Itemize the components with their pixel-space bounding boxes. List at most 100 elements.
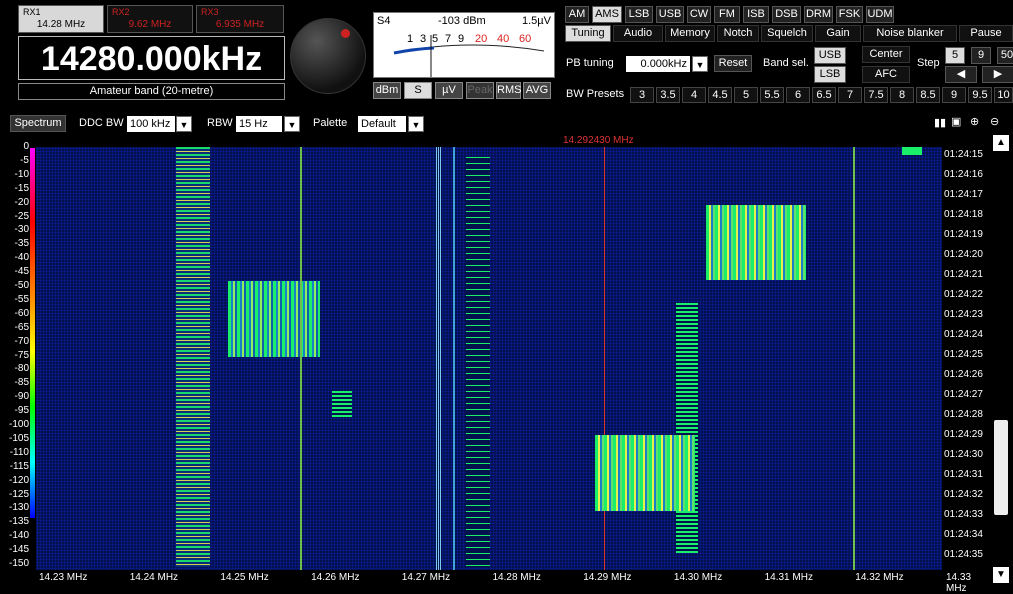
db-tick-label: -120 — [8, 474, 29, 486]
scroll-thumb[interactable] — [994, 420, 1008, 515]
step-5-button[interactable]: 5 — [945, 47, 965, 64]
mode-dsb[interactable]: DSB — [772, 6, 801, 23]
db-tick-label: -140 — [8, 530, 29, 542]
pb-tuning-dropdown-icon[interactable]: ▼ — [692, 56, 708, 72]
mode-fsk[interactable]: FSK — [836, 6, 863, 23]
bw-preset-4-5[interactable]: 4.5 — [708, 87, 732, 103]
tab-audio[interactable]: Audio — [613, 25, 663, 42]
mode-lsb[interactable]: LSB — [625, 6, 653, 23]
time-label: 01:24:35 — [944, 549, 983, 560]
bw-preset-6[interactable]: 6 — [786, 87, 810, 103]
bw-preset-5[interactable]: 5 — [734, 87, 758, 103]
db-tick-label: -130 — [8, 502, 29, 514]
bw-preset-7-5[interactable]: 7.5 — [864, 87, 888, 103]
peak-button[interactable]: Peak — [466, 82, 494, 99]
time-label: 01:24:20 — [944, 249, 983, 260]
step-50-button[interactable]: 50 — [997, 47, 1013, 64]
db-tick-label: -45 — [14, 266, 29, 278]
frequency-display[interactable]: 14280.000kHz — [18, 36, 285, 80]
db-tick-label: -135 — [8, 516, 29, 528]
tab-notch[interactable]: Notch — [717, 25, 759, 42]
bw-preset-10[interactable]: 10 — [994, 87, 1013, 103]
bw-preset-9-5[interactable]: 9.5 — [968, 87, 992, 103]
mode-am[interactable]: AM — [565, 6, 589, 23]
scroll-down-icon[interactable]: ▼ — [993, 567, 1009, 583]
db-tick-label: -95 — [14, 405, 29, 417]
save-icon[interactable]: ▣ — [951, 115, 961, 128]
tuning-knob[interactable] — [290, 18, 366, 94]
bw-preset-7[interactable]: 7 — [838, 87, 862, 103]
spectrum-toolbar: Spectrum DDC BW 100 kHz ▼ RBW 15 Hz ▼ Pa… — [0, 112, 1013, 134]
bw-preset-4[interactable]: 4 — [682, 87, 706, 103]
bw-preset-8-5[interactable]: 8.5 — [916, 87, 940, 103]
band-sel-label: Band sel. — [763, 57, 809, 69]
scroll-up-icon[interactable]: ▲ — [993, 135, 1009, 151]
tab-squelch[interactable]: Squelch — [761, 25, 813, 42]
time-label: 01:24:30 — [944, 449, 983, 460]
bw-preset-5-5[interactable]: 5.5 — [760, 87, 784, 103]
afc-button[interactable]: AFC — [862, 66, 910, 83]
freq-tick-label: 14.31 MHz — [764, 572, 813, 583]
band-usb-button[interactable]: USB — [814, 47, 846, 64]
avg-button[interactable]: AVG — [523, 82, 551, 99]
mode-drm[interactable]: DRM — [804, 6, 833, 23]
rx1-freq: 14.28 MHz — [36, 19, 86, 30]
freq-tick-label: 14.32 MHz — [855, 572, 904, 583]
tab-gain[interactable]: Gain — [815, 25, 861, 42]
bw-preset-3[interactable]: 3 — [630, 87, 654, 103]
mode-usb[interactable]: USB — [656, 6, 684, 23]
step-9-button[interactable]: 9 — [971, 47, 991, 64]
bw-preset-6-5[interactable]: 6.5 — [812, 87, 836, 103]
bw-preset-8[interactable]: 8 — [890, 87, 914, 103]
tab-memory[interactable]: Memory — [665, 25, 715, 42]
rbw-dropdown-icon[interactable]: ▼ — [284, 116, 300, 132]
mode-fm[interactable]: FM — [714, 6, 740, 23]
tab-noise-blanker[interactable]: Noise blanker — [863, 25, 957, 42]
rx2-tab[interactable]: RX2 9.62 MHz — [107, 5, 193, 33]
signal-trace — [466, 157, 490, 567]
reset-button[interactable]: Reset — [714, 55, 752, 72]
signal-block — [902, 147, 922, 155]
freq-tick-label: 14.28 MHz — [492, 572, 541, 583]
bw-preset-3-5[interactable]: 3.5 — [656, 87, 680, 103]
unit-dbm-button[interactable]: dBm — [373, 82, 401, 99]
ddc-bw-select[interactable]: 100 kHz — [127, 116, 175, 132]
pause-button[interactable]: Pause — [959, 25, 1013, 42]
zoom-in-icon[interactable]: ⊕ — [970, 115, 979, 128]
rms-button[interactable]: RMS — [496, 82, 521, 99]
db-tick-label: -85 — [14, 377, 29, 389]
rbw-select[interactable]: 15 Hz — [236, 116, 282, 132]
palette-select[interactable]: Default — [358, 116, 406, 132]
tab-tuning[interactable]: Tuning — [565, 25, 611, 42]
waterfall-display[interactable] — [36, 147, 942, 570]
zoom-out-icon[interactable]: ⊖ — [990, 115, 999, 128]
band-lsb-button[interactable]: LSB — [814, 66, 846, 83]
unit-uv-button[interactable]: µV — [435, 82, 463, 99]
waterfall-scrollbar[interactable]: ▲ ▼ — [993, 135, 1010, 585]
freq-tick-label: 14.23 MHz — [39, 572, 88, 583]
step-left-icon[interactable]: ◀ — [945, 66, 977, 83]
freq-tick-label: 14.29 MHz — [583, 572, 632, 583]
palette-dropdown-icon[interactable]: ▼ — [408, 116, 424, 132]
step-right-icon[interactable]: ▶ — [982, 66, 1013, 83]
time-label: 01:24:34 — [944, 529, 983, 540]
signal-line — [436, 147, 442, 570]
freq-tick-label: 14.26 MHz — [311, 572, 360, 583]
db-tick-label: -15 — [14, 182, 29, 194]
freq-tick-label: 14.30 MHz — [673, 572, 723, 583]
rx1-tab[interactable]: RX1 14.28 MHz — [18, 5, 104, 33]
mode-cw[interactable]: CW — [687, 6, 711, 23]
mode-isb[interactable]: ISB — [743, 6, 769, 23]
time-label: 01:24:24 — [944, 329, 983, 340]
spectrum-tab[interactable]: Spectrum — [10, 115, 66, 132]
time-label: 01:24:18 — [944, 209, 983, 220]
mode-udm[interactable]: UDM — [866, 6, 894, 23]
unit-s-button[interactable]: S — [404, 82, 432, 99]
pb-tuning-input[interactable]: 0.000kHz — [626, 56, 690, 72]
ddc-dropdown-icon[interactable]: ▼ — [176, 116, 192, 132]
mode-ams[interactable]: AMS — [592, 6, 622, 23]
center-button[interactable]: Center — [862, 46, 910, 63]
rx3-tab[interactable]: RX3 6.935 MHz — [196, 5, 284, 33]
bw-preset-9[interactable]: 9 — [942, 87, 966, 103]
pause-icon[interactable]: ▮▮ — [934, 116, 946, 129]
